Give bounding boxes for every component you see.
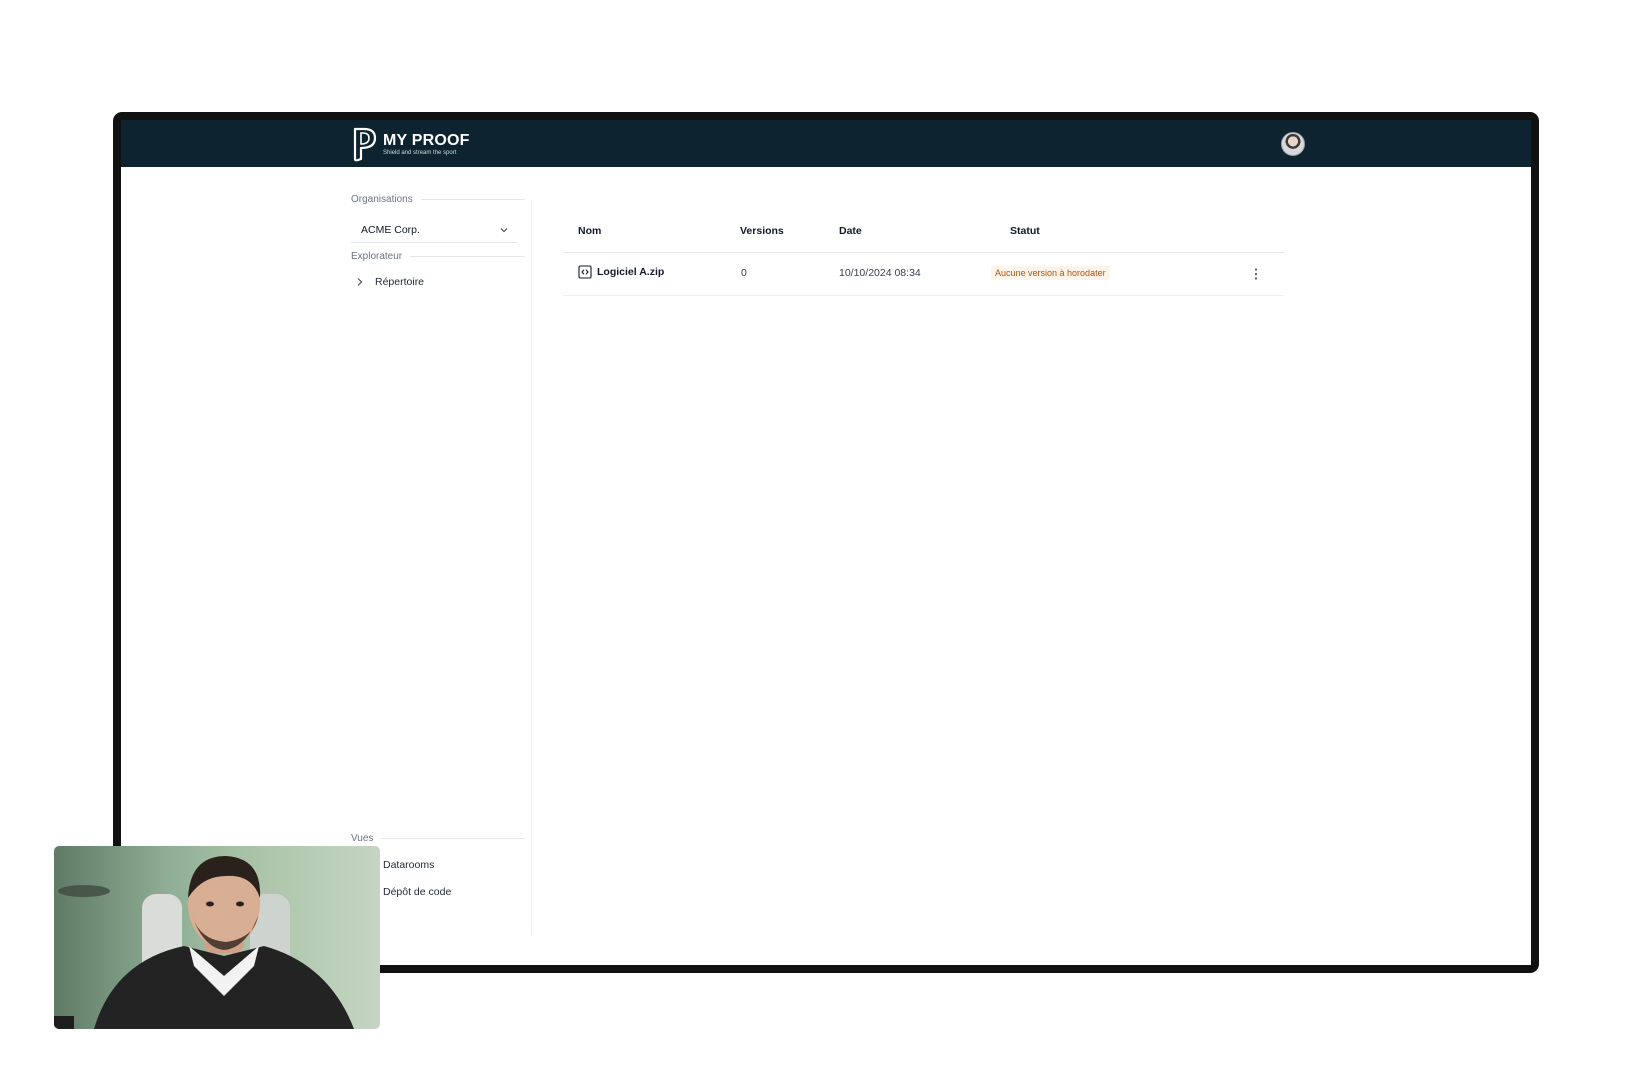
tree-item-label: Répertoire: [375, 276, 425, 288]
explorer-section: Explorateur: [351, 251, 525, 262]
status-badge: Aucune version à horodater: [991, 266, 1110, 280]
table-header: Nom Versions Date Statut: [563, 213, 1284, 253]
views-section: Vues: [351, 833, 525, 844]
webcam-overlay: [54, 846, 380, 1029]
divider: [410, 256, 525, 257]
brand-logo-mark-icon: [353, 127, 377, 162]
organisation-select[interactable]: ACME Corp.: [351, 217, 517, 243]
file-name[interactable]: Logiciel A.zip: [597, 266, 664, 278]
divider: [381, 838, 525, 839]
versions-cell: 0: [741, 267, 747, 279]
divider: [420, 199, 525, 200]
column-header-status[interactable]: Statut: [1010, 225, 1040, 237]
table-row[interactable]: Logiciel A.zip 0 10/10/2024 08:34 Aucune…: [563, 253, 1284, 296]
organisations-label: Organisations: [351, 194, 413, 205]
device-frame: MY PROOF Shield and stream the sport Org…: [113, 112, 1539, 973]
file-name-cell[interactable]: Logiciel A.zip: [578, 265, 664, 279]
column-header-versions[interactable]: Versions: [740, 225, 784, 237]
presenter-video-image: [54, 856, 354, 1029]
tree-item-repertoire[interactable]: Répertoire: [351, 273, 424, 291]
view-item-label: Datarooms: [383, 859, 435, 871]
selected-organisation: ACME Corp.: [361, 223, 420, 236]
sidebar-divider: [531, 200, 532, 935]
brand-tagline: Shield and stream the sport: [383, 149, 457, 156]
views-label: Vues: [351, 833, 374, 844]
chevron-down-icon: [500, 227, 508, 232]
chevron-right-icon[interactable]: [353, 275, 367, 289]
app-window: MY PROOF Shield and stream the sport Org…: [121, 120, 1531, 965]
brand-title: MY PROOF: [383, 131, 470, 149]
explorer-label: Explorateur: [351, 251, 403, 262]
files-table: Nom Versions Date Statut Logiciel A.zip …: [563, 213, 1284, 296]
brand-logo[interactable]: MY PROOF Shield and stream the sport: [351, 126, 470, 162]
column-header-name[interactable]: Nom: [578, 225, 601, 237]
view-item-label: Dépôt de code: [383, 886, 452, 898]
column-header-date[interactable]: Date: [839, 225, 862, 237]
more-options-icon[interactable]: [1251, 266, 1261, 282]
organisations-section: Organisations: [351, 194, 525, 205]
code-file-icon: [578, 265, 592, 279]
user-avatar[interactable]: [1281, 132, 1305, 156]
date-cell: 10/10/2024 08:34: [839, 267, 921, 279]
top-bar: MY PROOF Shield and stream the sport: [121, 120, 1531, 167]
